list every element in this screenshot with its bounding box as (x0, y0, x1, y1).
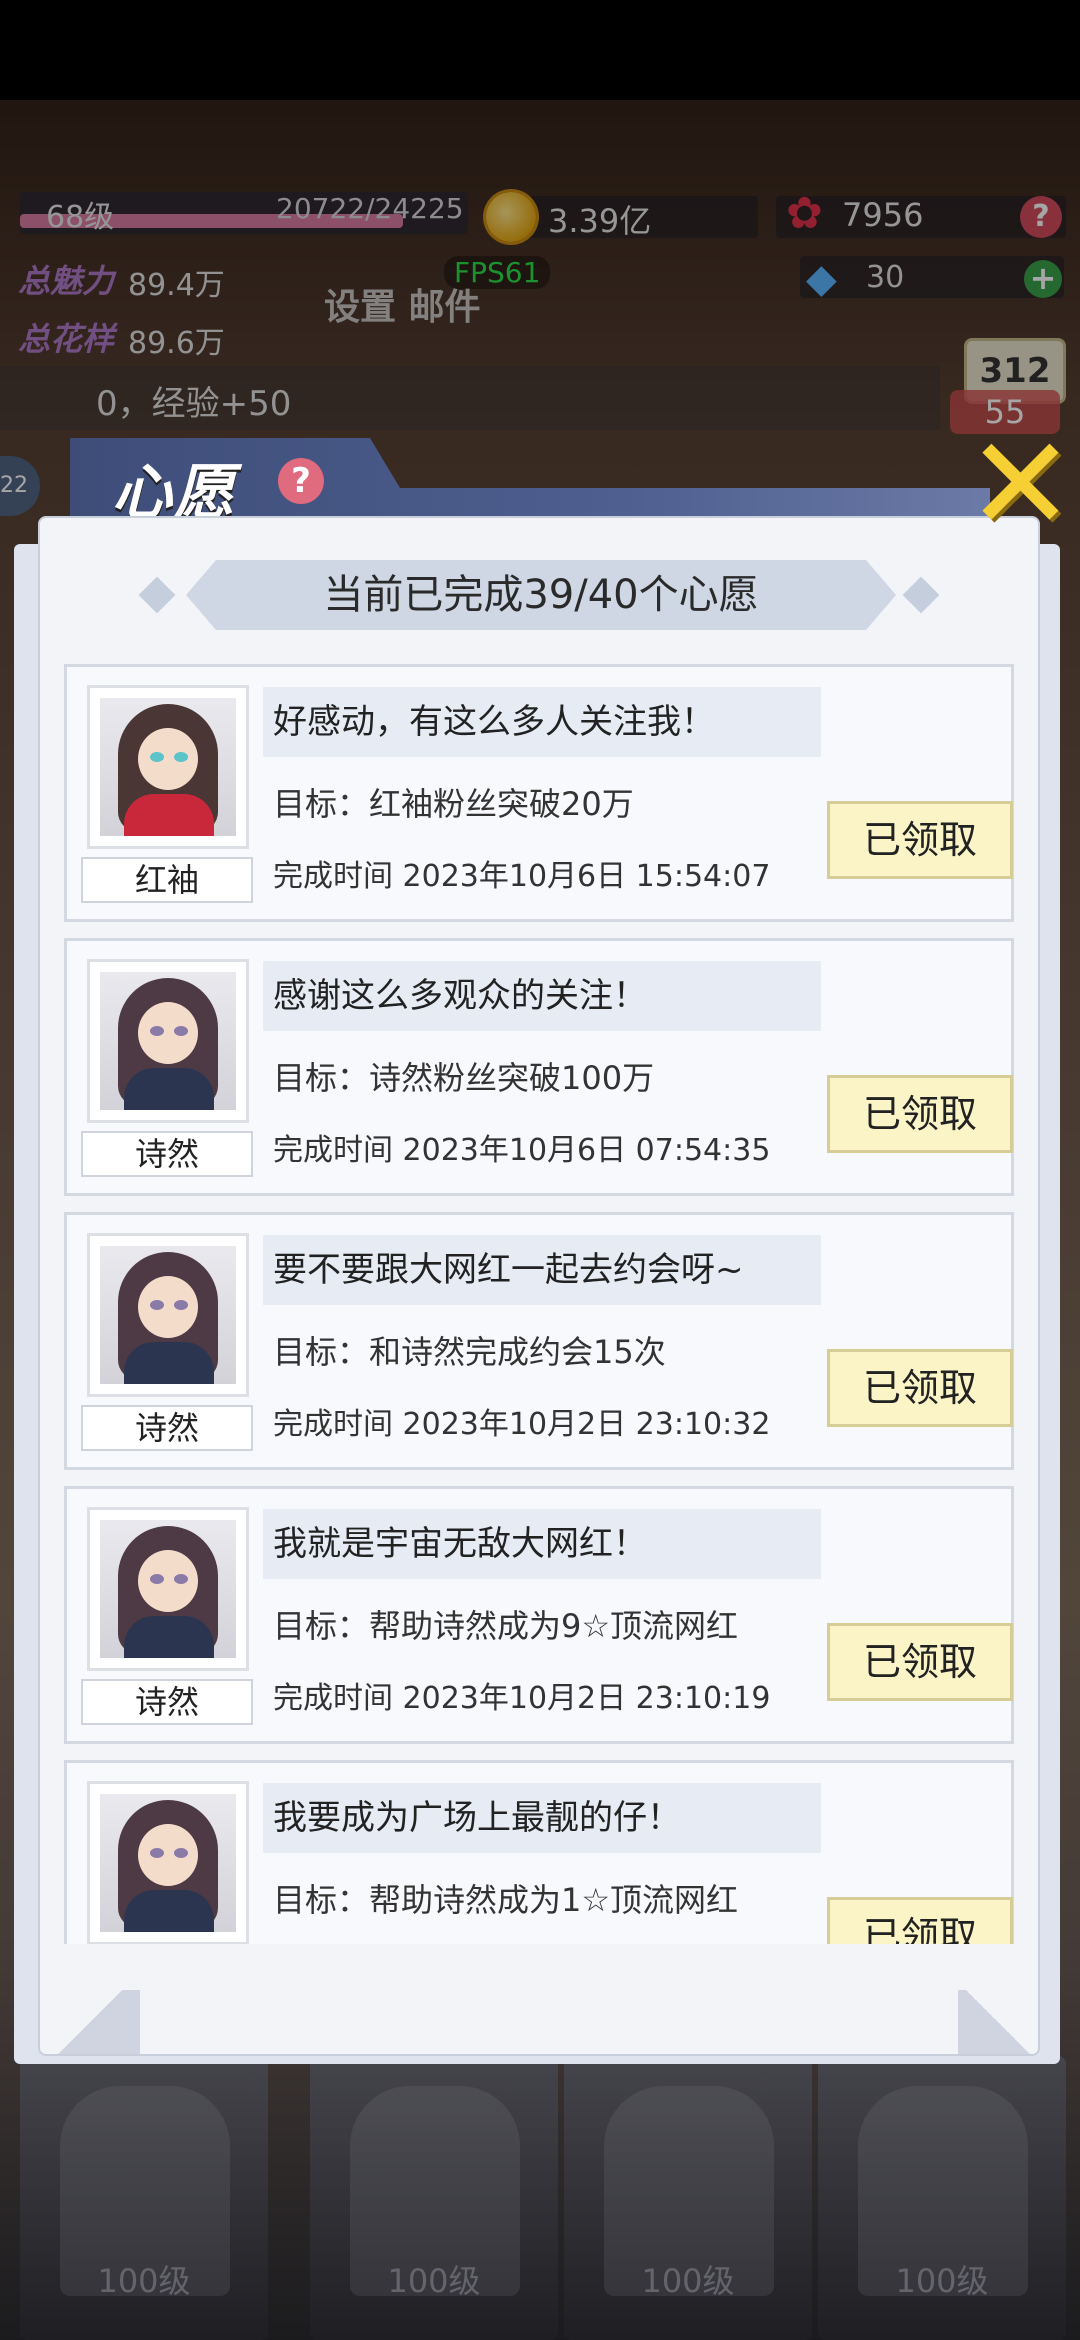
claimed-button[interactable]: 已领取 (827, 801, 1013, 879)
character-avatar[interactable] (87, 1233, 249, 1397)
wish-card: 诗然 感谢这么多观众的关注！ 目标：诗然粉丝突破100万 完成时间 2023年1… (64, 938, 1014, 1196)
wish-completion-time: 完成时间 2023年10月6日 15:54:07 (273, 859, 771, 894)
wish-card: 诗然 要不要跟大网红一起去约会呀~ 目标：和诗然完成约会15次 完成时间 202… (64, 1212, 1014, 1470)
portrait-eye (150, 1574, 164, 1584)
claimed-button[interactable]: 已领取 (827, 1623, 1013, 1701)
portrait-outfit (124, 1068, 214, 1110)
wish-goal: 目标：红袖粉丝突破20万 (273, 785, 634, 823)
portrait-face (138, 1550, 198, 1612)
wish-completion-time: 完成时间 2023年10月2日 23:10:19 (273, 1681, 771, 1716)
wish-completion-time: 完成时间 2023年10月2日 23:10:32 (273, 1407, 771, 1442)
portrait-eye (174, 1574, 188, 1584)
character-name: 红袖 (81, 857, 253, 903)
character-avatar[interactable] (87, 959, 249, 1123)
claimed-button[interactable]: 已领取 (827, 1349, 1013, 1427)
portrait-eye (150, 1848, 164, 1858)
wish-quote: 好感动，有这么多人关注我！ (263, 687, 821, 757)
wish-goal: 目标：和诗然完成约会15次 (273, 1333, 666, 1371)
wish-progress-banner: 当前已完成39/40个心愿 (186, 560, 896, 630)
portrait-face (138, 1002, 198, 1064)
portrait-face (138, 1824, 198, 1886)
character-portrait (100, 972, 236, 1110)
panel-corner-decoration (40, 1990, 140, 2054)
character-name: 诗然 (81, 1131, 253, 1177)
portrait-outfit (124, 1616, 214, 1658)
character-portrait (100, 1520, 236, 1658)
close-icon[interactable]: ✕ (966, 419, 1075, 549)
wish-list[interactable]: 红袖 好感动，有这么多人关注我！ 目标：红袖粉丝突破20万 完成时间 2023年… (64, 660, 1016, 1944)
character-name: 诗然 (81, 1679, 253, 1725)
wish-quote: 我就是宇宙无敌大网红！ (263, 1509, 821, 1579)
panel-corner-decoration (958, 1990, 1038, 2054)
claimed-button[interactable]: 已领取 (827, 1897, 1013, 1944)
character-avatar[interactable] (87, 1507, 249, 1671)
portrait-eye (174, 1848, 188, 1858)
wish-quote: 感谢这么多观众的关注！ (263, 961, 821, 1031)
character-portrait (100, 1794, 236, 1932)
portrait-eye (174, 1300, 188, 1310)
portrait-outfit (124, 1890, 214, 1932)
portrait-eye (150, 752, 164, 762)
portrait-face (138, 1276, 198, 1338)
wish-card: 红袖 好感动，有这么多人关注我！ 目标：红袖粉丝突破20万 完成时间 2023年… (64, 664, 1014, 922)
portrait-eye (150, 1026, 164, 1036)
claimed-button[interactable]: 已领取 (827, 1075, 1013, 1153)
wish-goal: 目标：帮助诗然成为1☆顶流网红 (273, 1881, 739, 1919)
wish-goal: 目标：帮助诗然成为9☆顶流网红 (273, 1607, 739, 1645)
wish-quote: 我要成为广场上最靓的仔！ (263, 1783, 821, 1853)
portrait-eye (174, 1026, 188, 1036)
wish-card: 诗然 我就是宇宙无敌大网红！ 目标：帮助诗然成为9☆顶流网红 完成时间 2023… (64, 1486, 1014, 1744)
wish-completion-time: 完成时间 2023年10月6日 07:54:35 (273, 1133, 771, 1168)
character-avatar[interactable] (87, 1781, 249, 1944)
portrait-face (138, 728, 198, 790)
wish-quote: 要不要跟大网红一起去约会呀~ (263, 1235, 821, 1305)
portrait-eye (174, 752, 188, 762)
wish-help-icon[interactable]: ? (278, 458, 324, 504)
wish-card: 诗然 我要成为广场上最靓的仔！ 目标：帮助诗然成为1☆顶流网红 已领取 (64, 1760, 1014, 1944)
portrait-outfit (124, 1342, 214, 1384)
character-portrait (100, 1246, 236, 1384)
character-name: 诗然 (81, 1405, 253, 1451)
wish-goal: 目标：诗然粉丝突破100万 (273, 1059, 655, 1097)
character-portrait (100, 698, 236, 836)
character-avatar[interactable] (87, 685, 249, 849)
portrait-eye (150, 1300, 164, 1310)
portrait-outfit (124, 794, 214, 836)
